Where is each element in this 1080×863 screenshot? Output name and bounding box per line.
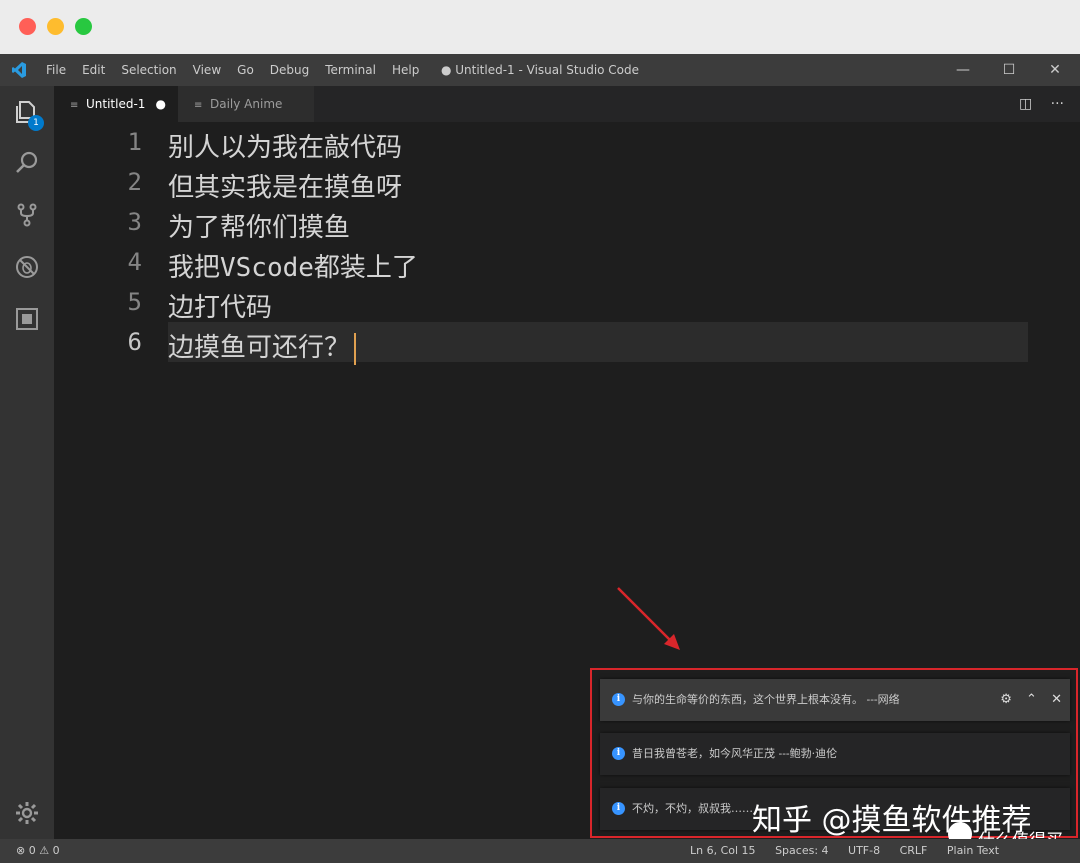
- error-count: 0: [28, 844, 36, 857]
- code-line[interactable]: 1 别人以为我在敲代码: [54, 122, 1080, 163]
- file-icon: ≡: [194, 100, 203, 111]
- info-icon: i: [612, 693, 625, 706]
- minimize-window-button[interactable]: [47, 18, 64, 35]
- line-number: 6: [127, 328, 142, 356]
- line-text: 为了帮你们摸鱼: [168, 213, 351, 243]
- line-text: 别人以为我在敲代码: [168, 133, 403, 163]
- menu-debug[interactable]: Debug: [270, 63, 309, 77]
- notification-message: 昔日我曾苍老，如今风华正茂 ---鲍勃·迪伦: [632, 747, 838, 760]
- split-editor-icon[interactable]: ◫: [1019, 96, 1032, 112]
- chevron-up-icon[interactable]: ⌃: [1026, 692, 1037, 707]
- code-line[interactable]: 3 为了帮你们摸鱼: [54, 202, 1080, 243]
- info-icon: i: [612, 747, 625, 760]
- explorer-badge: 1: [28, 115, 44, 131]
- line-ending[interactable]: CRLF: [900, 844, 928, 857]
- zoom-window-button[interactable]: [75, 18, 92, 35]
- minimize-button[interactable]: —: [940, 54, 986, 86]
- menu-selection[interactable]: Selection: [121, 63, 176, 77]
- notification-message: 不灼，不灼，叔叔我……: [632, 802, 753, 815]
- close-icon[interactable]: ✕: [1051, 692, 1062, 707]
- tab-label: Daily Anime: [210, 97, 283, 111]
- line-text: 我把VScode都装上了: [168, 253, 418, 283]
- code-line[interactable]: 2 但其实我是在摸鱼呀: [54, 162, 1080, 203]
- line-number: 2: [127, 168, 142, 196]
- line-number: 3: [127, 208, 142, 236]
- notification-toast[interactable]: i 与你的生命等价的东西，这个世界上根本没有。 ---网络 ⚙ ⌃ ✕: [600, 679, 1070, 721]
- source-control-icon[interactable]: [14, 202, 40, 228]
- extensions-icon[interactable]: [14, 306, 40, 332]
- red-arrow-annotation: [617, 587, 680, 650]
- mac-titlebar: [0, 0, 1080, 54]
- warning-icon: ⚠: [39, 844, 50, 857]
- line-text-wrapper: 边摸鱼可还行？: [168, 327, 357, 365]
- vscode-logo-icon: [12, 62, 26, 78]
- tab-untitled-1[interactable]: ≡ Untitled-1 ●: [54, 86, 178, 122]
- tab-daily-anime[interactable]: ≡ Daily Anime: [178, 86, 314, 122]
- menu-bar: File Edit Selection View Go Debug Termin…: [46, 54, 435, 86]
- modified-dot-icon[interactable]: ●: [156, 86, 166, 122]
- text-cursor: [354, 332, 357, 365]
- activity-bar: 1: [0, 86, 54, 839]
- tab-label: Untitled-1: [86, 97, 146, 111]
- notification-toast[interactable]: i 昔日我曾苍老，如今风华正茂 ---鲍勃·迪伦: [600, 733, 1070, 775]
- problems-indicator[interactable]: ⊗ 0 ⚠ 0: [16, 839, 60, 863]
- close-window-button[interactable]: [19, 18, 36, 35]
- notification-message: 与你的生命等价的东西，这个世界上根本没有。 ---网络: [632, 693, 900, 706]
- file-icon: ≡: [70, 100, 79, 111]
- encoding[interactable]: UTF-8: [848, 844, 880, 857]
- menu-edit[interactable]: Edit: [82, 63, 105, 77]
- indentation[interactable]: Spaces: 4: [775, 844, 828, 857]
- line-text: 但其实我是在摸鱼呀: [168, 173, 403, 203]
- status-right: Ln 6, Col 15 Spaces: 4 UTF-8 CRLF Plain …: [690, 839, 1015, 863]
- line-number: 4: [127, 248, 142, 276]
- menu-view[interactable]: View: [193, 63, 221, 77]
- vscode-window: File Edit Selection View Go Debug Termin…: [0, 0, 1080, 863]
- menu-go[interactable]: Go: [237, 63, 254, 77]
- editor-actions: ◫ ···: [1019, 86, 1064, 122]
- notification-actions: ⚙ ⌃ ✕: [990, 679, 1062, 721]
- language-mode[interactable]: Plain Text: [947, 844, 999, 857]
- current-code-line[interactable]: 6 边摸鱼可还行？: [54, 322, 1080, 365]
- more-actions-icon[interactable]: ···: [1051, 96, 1064, 112]
- maximize-button[interactable]: ☐: [986, 54, 1032, 86]
- line-number: 1: [127, 128, 142, 156]
- line-text: 边摸鱼可还行？: [168, 333, 351, 363]
- debug-icon[interactable]: [14, 254, 40, 280]
- code-line[interactable]: 5 边打代码: [54, 282, 1080, 323]
- search-icon[interactable]: [14, 150, 40, 176]
- notification-settings-icon[interactable]: ⚙: [1000, 692, 1012, 707]
- window-title: ● Untitled-1 - Visual Studio Code: [440, 63, 640, 77]
- cursor-position[interactable]: Ln 6, Col 15: [690, 844, 756, 857]
- menu-terminal[interactable]: Terminal: [325, 63, 376, 77]
- line-number: 5: [127, 288, 142, 316]
- tab-bar: ≡ Untitled-1 ● ≡ Daily Anime: [54, 86, 1080, 122]
- warning-count: 0: [52, 844, 60, 857]
- line-text: 边打代码: [168, 293, 273, 323]
- status-bar: ⊗ 0 ⚠ 0 Ln 6, Col 15 Spaces: 4 UTF-8 CRL…: [0, 839, 1080, 863]
- info-icon: i: [612, 802, 625, 815]
- close-button[interactable]: ✕: [1032, 54, 1078, 86]
- menu-file[interactable]: File: [46, 63, 66, 77]
- code-line[interactable]: 4 我把VScode都装上了: [54, 242, 1080, 283]
- settings-gear-icon[interactable]: [14, 800, 40, 826]
- vscode-titlebar: File Edit Selection View Go Debug Termin…: [0, 54, 1080, 86]
- error-icon: ⊗: [16, 844, 26, 857]
